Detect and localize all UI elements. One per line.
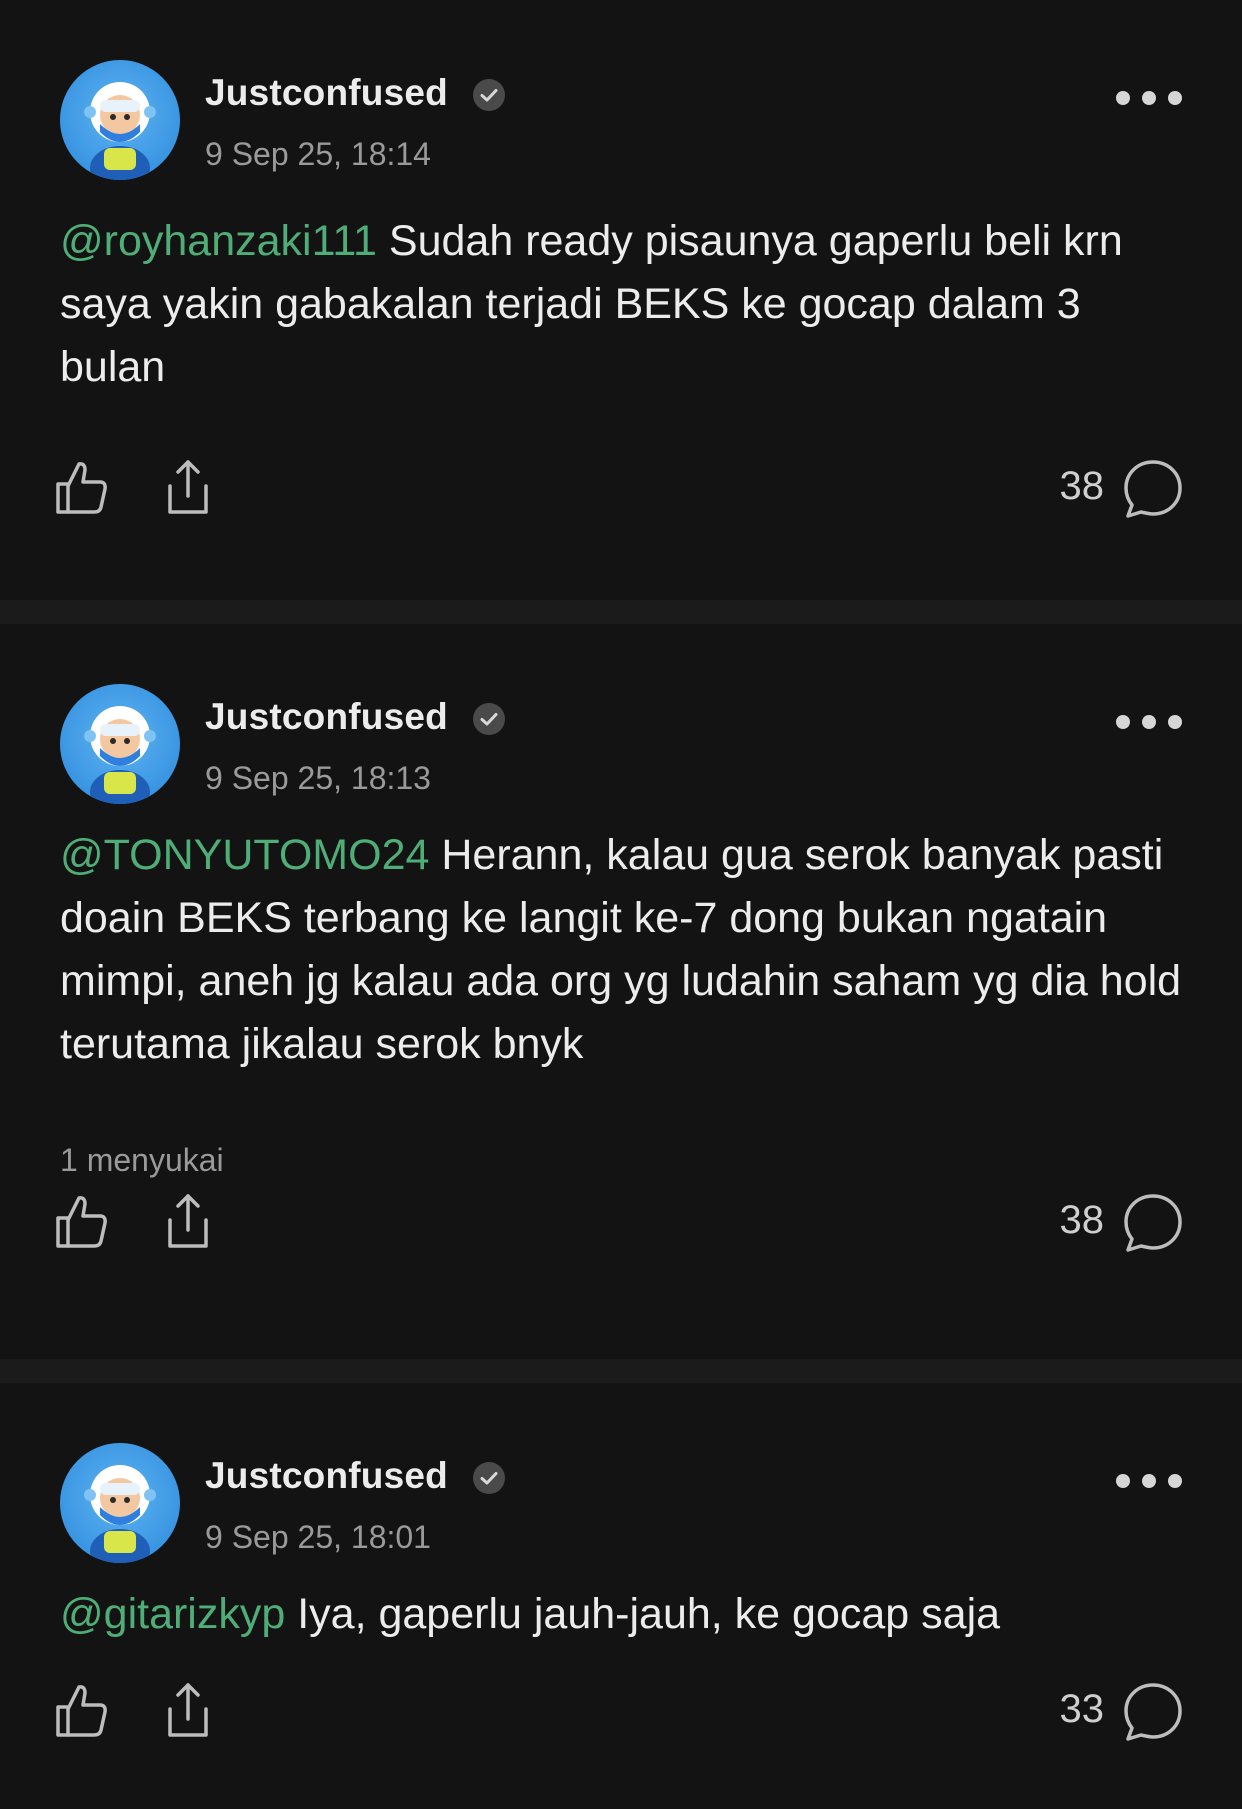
verified-badge-icon bbox=[473, 1462, 505, 1494]
thumbs-up-icon[interactable] bbox=[52, 458, 112, 518]
post-separator bbox=[0, 600, 1242, 624]
comment-feed: Justconfused 9 Sep 25, 18:14 @royhanzaki… bbox=[0, 0, 1242, 1809]
author-name[interactable]: Justconfused bbox=[205, 72, 448, 114]
mention-link[interactable]: @gitarizkyp bbox=[60, 1590, 285, 1638]
post-body: @gitarizkyp Iya, gaperlu jauh-jauh, ke g… bbox=[60, 1583, 1192, 1646]
more-options-icon[interactable] bbox=[1116, 1471, 1182, 1491]
likes-summary[interactable]: 1 menyukai bbox=[60, 1142, 224, 1179]
post-header: Justconfused 9 Sep 25, 18:13 bbox=[60, 684, 1182, 804]
share-icon[interactable] bbox=[158, 1192, 218, 1252]
comment-post: Justconfused 9 Sep 25, 18:01 @gitarizkyp… bbox=[0, 1383, 1242, 1809]
avatar[interactable] bbox=[60, 684, 180, 804]
mention-link[interactable]: @royhanzaki111 bbox=[60, 217, 377, 265]
thumbs-up-icon[interactable] bbox=[52, 1681, 112, 1741]
post-actions: 38 bbox=[52, 458, 1184, 524]
post-separator bbox=[0, 1359, 1242, 1383]
comment-bubble-icon[interactable] bbox=[1122, 1681, 1184, 1743]
post-actions: 33 bbox=[52, 1681, 1184, 1747]
more-options-icon[interactable] bbox=[1116, 712, 1182, 732]
author-name[interactable]: Justconfused bbox=[205, 1455, 448, 1497]
avatar[interactable] bbox=[60, 1443, 180, 1563]
more-options-icon[interactable] bbox=[1116, 88, 1182, 108]
share-icon[interactable] bbox=[158, 458, 218, 518]
comment-bubble-icon[interactable] bbox=[1122, 458, 1184, 520]
verified-badge-icon bbox=[473, 703, 505, 735]
post-text: Iya, gaperlu jauh-jauh, ke gocap saja bbox=[285, 1590, 1001, 1638]
thumbs-up-icon[interactable] bbox=[52, 1192, 112, 1252]
comment-count: 33 bbox=[1059, 1687, 1105, 1731]
post-header: Justconfused 9 Sep 25, 18:14 bbox=[60, 60, 1182, 180]
comment-post: Justconfused 9 Sep 25, 18:14 @royhanzaki… bbox=[0, 0, 1242, 600]
author-name[interactable]: Justconfused bbox=[205, 696, 448, 738]
comment-count: 38 bbox=[1059, 464, 1105, 508]
timestamp: 9 Sep 25, 18:01 bbox=[205, 1519, 431, 1555]
post-actions: 38 bbox=[52, 1192, 1184, 1258]
comment-post: Justconfused 9 Sep 25, 18:13 @TONYUTOMO2… bbox=[0, 624, 1242, 1359]
post-header: Justconfused 9 Sep 25, 18:01 bbox=[60, 1443, 1182, 1563]
share-icon[interactable] bbox=[158, 1681, 218, 1741]
verified-badge-icon bbox=[473, 79, 505, 111]
timestamp: 9 Sep 25, 18:14 bbox=[205, 136, 431, 172]
timestamp: 9 Sep 25, 18:13 bbox=[205, 760, 431, 796]
post-body: @TONYUTOMO24 Herann, kalau gua serok ban… bbox=[60, 824, 1192, 1076]
comment-bubble-icon[interactable] bbox=[1122, 1192, 1184, 1254]
mention-link[interactable]: @TONYUTOMO24 bbox=[60, 831, 429, 879]
post-body: @royhanzaki111 Sudah ready pisaunya gape… bbox=[60, 210, 1192, 399]
avatar[interactable] bbox=[60, 60, 180, 180]
comment-count: 38 bbox=[1059, 1198, 1105, 1242]
